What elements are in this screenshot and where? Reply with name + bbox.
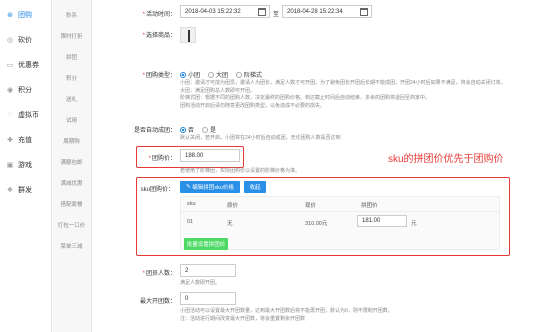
- sidebar-item-label: 砍价: [18, 36, 32, 44]
- current-price-cell: 310.00元: [305, 221, 328, 227]
- sidebar-item-label: 虚拟币: [18, 111, 39, 119]
- sidebar-item-group[interactable]: ⊛ 团购: [0, 2, 51, 27]
- price-label: *团购价：: [148, 156, 176, 162]
- type-label: *团购类型：: [142, 73, 176, 79]
- table-header: 拼团价: [361, 203, 378, 209]
- max-label: 最大开团数：: [139, 299, 176, 305]
- sidebar-item-label: 积分: [18, 86, 32, 94]
- group-buy-icon: ❖: [6, 186, 14, 194]
- sidebar-item-coupon[interactable]: ▭ 优惠券: [0, 52, 51, 77]
- original-price-cell: 无: [227, 221, 233, 227]
- annotation-note: sku的拼团价优先于团购价: [388, 154, 504, 165]
- sidebar-item-label: 充值: [18, 136, 32, 144]
- subnav-item[interactable]: 限时打折: [52, 25, 91, 46]
- price-input[interactable]: 188.00: [180, 149, 240, 162]
- subnav-item[interactable]: 打包一口价: [52, 214, 91, 235]
- edit-sku-price-button[interactable]: ✎ 编辑拼团sku价格: [180, 181, 240, 193]
- auto-radio-yes[interactable]: 是: [202, 125, 216, 134]
- subnav-item[interactable]: 秒杀: [52, 4, 91, 25]
- product-thumbnail[interactable]: [180, 27, 196, 43]
- type-radio-large[interactable]: 大团: [208, 70, 228, 79]
- auto-label: 是否自动成团：: [133, 128, 176, 134]
- auto-radio-no[interactable]: 否: [180, 125, 194, 134]
- game-icon: ▣: [6, 161, 14, 169]
- recharge-icon: ✚: [7, 136, 13, 144]
- subnav-item[interactable]: 拼团: [52, 46, 91, 67]
- unit-text: 元: [411, 221, 417, 227]
- members-input[interactable]: 2: [180, 264, 236, 277]
- sidebar-item-recharge[interactable]: ✚ 充值: [0, 127, 51, 152]
- sku-group-price-input[interactable]: 181.00: [357, 215, 407, 227]
- bargain-icon: ◎: [6, 36, 14, 44]
- max-input[interactable]: 0: [180, 292, 236, 305]
- subnav-item[interactable]: 积分: [52, 67, 91, 88]
- sidebar-item-label: 优惠券: [18, 61, 39, 69]
- end-time-input[interactable]: 2018-04-28 15:22:34: [282, 5, 372, 18]
- collapse-button[interactable]: 收起: [244, 181, 266, 193]
- form-panel: *活动时间： 2018-04-03 15:22:32 至 2018-04-28 …: [92, 0, 554, 332]
- max-help: 小团活动可以设置最大开团数量，达到最大开团数后将不能再开团；默认为0，则不限制开…: [180, 308, 393, 322]
- start-time-input[interactable]: 2018-04-03 15:22:32: [180, 5, 270, 18]
- subnav-item[interactable]: 满减优惠: [52, 172, 91, 193]
- sidebar-item-virtual-coin[interactable]: ◌ 虚拟币: [0, 102, 51, 127]
- subnav-item[interactable]: 周期购: [52, 130, 91, 151]
- subnav-item[interactable]: 满额包邮: [52, 151, 91, 172]
- sidebar-item-game[interactable]: ▣ 游戏: [0, 152, 51, 177]
- subnav-item[interactable]: 菜单三减: [52, 235, 91, 256]
- calendar-icon[interactable]: [360, 8, 368, 16]
- subnav-item[interactable]: 试用: [52, 109, 91, 130]
- table-header: 现价: [305, 203, 317, 209]
- subnav-item[interactable]: 送礼: [52, 88, 91, 109]
- price-help: 若使用了阶梯团，实际团购价以设置的阶梯价格为准。: [180, 168, 301, 174]
- sidebar-item-label: 游戏: [18, 161, 32, 169]
- type-help: 小团：邀请才可成为团员，邀请人为团长，满足人数才可开团。为了避免团长开团后长期不…: [180, 80, 506, 109]
- members-help: 满足人数即开团。: [180, 280, 221, 286]
- subnav-item[interactable]: 搭配套餐: [52, 193, 91, 214]
- type-radio-tiered[interactable]: 阶梯式: [236, 70, 262, 79]
- coupon-icon: ▭: [6, 61, 14, 69]
- product-label: *选择商品：: [142, 33, 176, 39]
- members-label: *团员人数：: [142, 271, 176, 277]
- to-text: 至: [273, 12, 280, 18]
- sku-table: sku 原价 现价 拼团价 01 无 310.00元 181.00 元: [180, 196, 500, 250]
- sidebar-item-label: 团购: [18, 11, 32, 19]
- table-header: sku: [187, 201, 196, 207]
- main-sidebar: ⊛ 团购 ◎ 砍价 ▭ 优惠券 ◉ 积分 ◌ 虚拟币 ✚ 充值 ▣ 游戏 ❖ 群发: [0, 0, 52, 332]
- group-icon: ⊛: [7, 11, 13, 19]
- sidebar-item-points[interactable]: ◉ 积分: [0, 77, 51, 102]
- type-radio-small[interactable]: 小团: [180, 70, 200, 79]
- sub-navigation: 秒杀 限时打折 拼团 积分 送礼 试用 周期购 满额包邮 满减优惠 搭配套餐 打…: [52, 0, 92, 332]
- batch-set-price-button[interactable]: 批量设置拼团价: [184, 238, 228, 250]
- calendar-icon[interactable]: [258, 8, 266, 16]
- time-label: *活动时间：: [142, 12, 176, 18]
- sku-cell: 01: [187, 219, 194, 225]
- sku-label: sku团购价：: [140, 187, 174, 193]
- table-header: 原价: [227, 203, 239, 209]
- virtual-coin-icon: ◌: [7, 111, 13, 118]
- sidebar-item-bargain[interactable]: ◎ 砍价: [0, 27, 51, 52]
- sidebar-item-mass-send[interactable]: ❖ 群发: [0, 177, 51, 202]
- points-icon: ◉: [6, 86, 14, 94]
- auto-help: 默认关闭，若开启，小团将在24小时后自动成团，无论团购人数是否达到: [180, 135, 341, 141]
- sidebar-item-label: 群发: [18, 186, 32, 194]
